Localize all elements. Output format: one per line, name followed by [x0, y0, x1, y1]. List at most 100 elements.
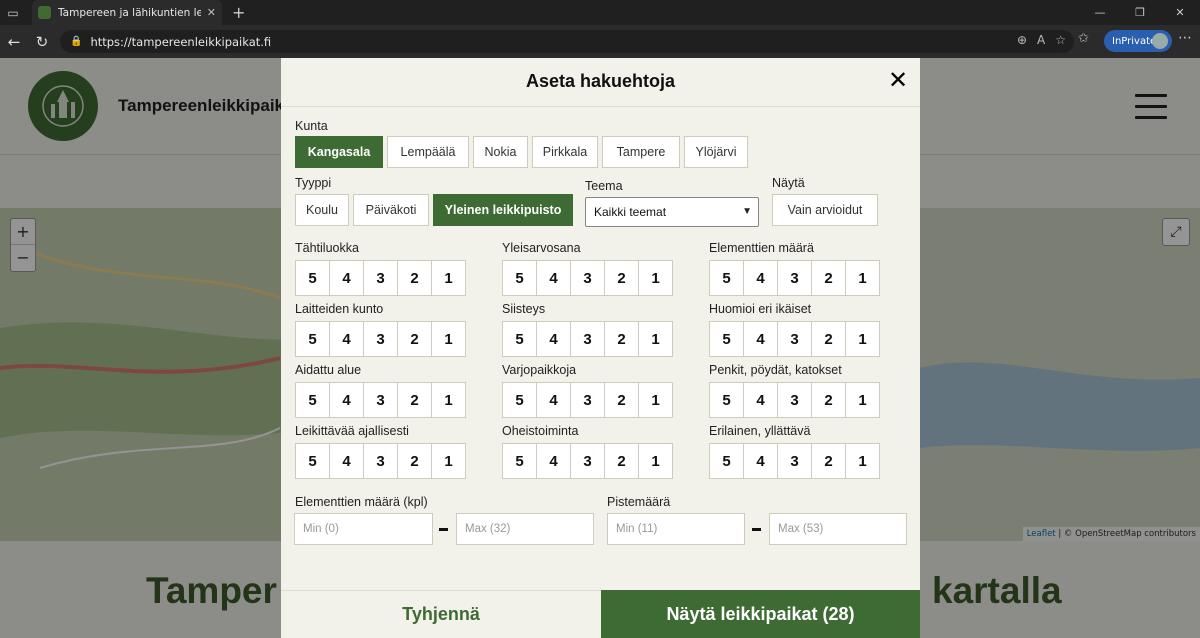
restore-icon[interactable]: ❐ — [1120, 0, 1160, 25]
rating-button[interactable]: 1 — [638, 382, 673, 418]
back-icon[interactable]: ← — [0, 33, 28, 51]
rating-button[interactable]: 2 — [397, 443, 432, 479]
rating-button[interactable]: 1 — [845, 382, 880, 418]
rating-button[interactable]: 3 — [570, 443, 605, 479]
rating-button[interactable]: 2 — [397, 382, 432, 418]
rating-label: Laitteiden kunto — [295, 302, 384, 316]
rating-button[interactable]: 2 — [811, 443, 846, 479]
kunta-ylojarvi[interactable]: Ylöjärvi — [684, 136, 748, 168]
address-bar[interactable]: 🔒 https://tampereenleikkipaikat.fi ⊕ A ☆ — [60, 30, 1074, 53]
elementit-max-input[interactable]: Max (32) — [456, 513, 594, 545]
kunta-lempaala[interactable]: Lempäälä — [387, 136, 469, 168]
reload-icon[interactable]: ↻ — [28, 33, 56, 51]
rating-button[interactable]: 2 — [397, 321, 432, 357]
rating-button[interactable]: 5 — [502, 321, 537, 357]
lock-icon: 🔒 — [70, 36, 83, 47]
rating-button[interactable]: 1 — [431, 443, 466, 479]
rating-button[interactable]: 5 — [295, 321, 330, 357]
rating-button[interactable]: 1 — [431, 382, 466, 418]
rating-button[interactable]: 3 — [777, 321, 812, 357]
rating-button[interactable]: 3 — [363, 443, 398, 479]
close-icon[interactable]: ✕ — [884, 66, 912, 94]
pisteet-min-input[interactable]: Min (11) — [607, 513, 745, 545]
new-tab-icon[interactable]: + — [232, 3, 245, 22]
rating-button[interactable]: 1 — [845, 443, 880, 479]
tyyppi-paivakoti[interactable]: Päiväkoti — [353, 194, 429, 226]
zoom-icon[interactable]: ⊕ — [1017, 33, 1027, 47]
rating-button[interactable]: 5 — [502, 443, 537, 479]
rating-button[interactable]: 3 — [363, 321, 398, 357]
rating-button[interactable]: 2 — [811, 382, 846, 418]
read-aloud-icon[interactable]: A — [1037, 33, 1045, 47]
rating-button[interactable]: 4 — [329, 321, 364, 357]
rating-button[interactable]: 3 — [570, 382, 605, 418]
rating-button[interactable]: 3 — [570, 260, 605, 296]
inprivate-badge[interactable]: InPrivate — [1104, 30, 1172, 52]
kunta-kangasala[interactable]: Kangasala — [295, 136, 383, 168]
tab-close-icon[interactable]: ✕ — [207, 6, 216, 19]
rating-button[interactable]: 4 — [536, 443, 571, 479]
tyyppi-yleinen[interactable]: Yleinen leikkipuisto — [433, 194, 573, 226]
favorites-icon[interactable]: ✩ — [1078, 31, 1089, 46]
rating-button[interactable]: 5 — [295, 260, 330, 296]
kunta-nokia[interactable]: Nokia — [473, 136, 528, 168]
profile-avatar[interactable] — [1152, 33, 1168, 49]
rating-button[interactable]: 2 — [811, 321, 846, 357]
more-menu-icon[interactable]: ⋯ — [1178, 30, 1192, 46]
kunta-tampere[interactable]: Tampere — [602, 136, 680, 168]
rating-button[interactable]: 4 — [329, 260, 364, 296]
nayta-vain-arvioidut[interactable]: Vain arvioidut — [772, 194, 878, 226]
minimize-icon[interactable]: — — [1080, 0, 1120, 25]
rating-button[interactable]: 1 — [431, 321, 466, 357]
rating-button[interactable]: 1 — [638, 260, 673, 296]
rating-button[interactable]: 5 — [295, 443, 330, 479]
rating-button[interactable]: 4 — [743, 260, 778, 296]
rating-button[interactable]: 5 — [502, 382, 537, 418]
rating-button[interactable]: 4 — [743, 382, 778, 418]
rating-button[interactable]: 2 — [397, 260, 432, 296]
rating-button[interactable]: 5 — [709, 443, 744, 479]
rating-button[interactable]: 1 — [638, 321, 673, 357]
rating-button[interactable]: 3 — [570, 321, 605, 357]
window-close-icon[interactable]: ✕ — [1160, 0, 1200, 25]
rating-button[interactable]: 4 — [329, 443, 364, 479]
rating-button[interactable]: 4 — [329, 382, 364, 418]
rating-button[interactable]: 3 — [777, 382, 812, 418]
rating-button[interactable]: 3 — [777, 443, 812, 479]
rating-button[interactable]: 2 — [604, 260, 639, 296]
rating-selector: 54321 — [502, 321, 673, 357]
rating-button[interactable]: 5 — [709, 321, 744, 357]
rating-button[interactable]: 4 — [743, 321, 778, 357]
rating-button[interactable]: 5 — [709, 382, 744, 418]
rating-button[interactable]: 5 — [502, 260, 537, 296]
rating-button[interactable]: 4 — [536, 321, 571, 357]
rating-button[interactable]: 2 — [604, 443, 639, 479]
rating-button[interactable]: 2 — [604, 321, 639, 357]
kunta-label: Kunta — [295, 119, 328, 133]
rating-button[interactable]: 4 — [743, 443, 778, 479]
rating-button[interactable]: 4 — [536, 260, 571, 296]
rating-button[interactable]: 2 — [604, 382, 639, 418]
rating-button[interactable]: 2 — [811, 260, 846, 296]
rating-button[interactable]: 1 — [638, 443, 673, 479]
rating-button[interactable]: 4 — [536, 382, 571, 418]
clear-button[interactable]: Tyhjennä — [281, 590, 601, 638]
rating-button[interactable]: 3 — [363, 382, 398, 418]
rating-button[interactable]: 1 — [845, 321, 880, 357]
browser-tab[interactable]: Tampereen ja lähikuntien leikkipu ✕ — [32, 0, 222, 25]
favorite-star-icon[interactable]: ☆ — [1055, 33, 1066, 47]
tab-actions-icon[interactable]: ▭ — [0, 0, 26, 25]
rating-button[interactable]: 1 — [845, 260, 880, 296]
rating-button[interactable]: 1 — [431, 260, 466, 296]
pisteet-max-input[interactable]: Max (53) — [769, 513, 907, 545]
rating-button[interactable]: 3 — [363, 260, 398, 296]
rating-button[interactable]: 3 — [777, 260, 812, 296]
elementit-min-input[interactable]: Min (0) — [294, 513, 433, 545]
rating-button[interactable]: 5 — [709, 260, 744, 296]
rating-selector: 54321 — [502, 382, 673, 418]
teema-select[interactable]: Kaikki teemat ▼ — [585, 197, 759, 227]
kunta-pirkkala[interactable]: Pirkkala — [532, 136, 598, 168]
tyyppi-koulu[interactable]: Koulu — [295, 194, 349, 226]
rating-button[interactable]: 5 — [295, 382, 330, 418]
show-playgrounds-button[interactable]: Näytä leikkipaikat (28) — [601, 590, 920, 638]
